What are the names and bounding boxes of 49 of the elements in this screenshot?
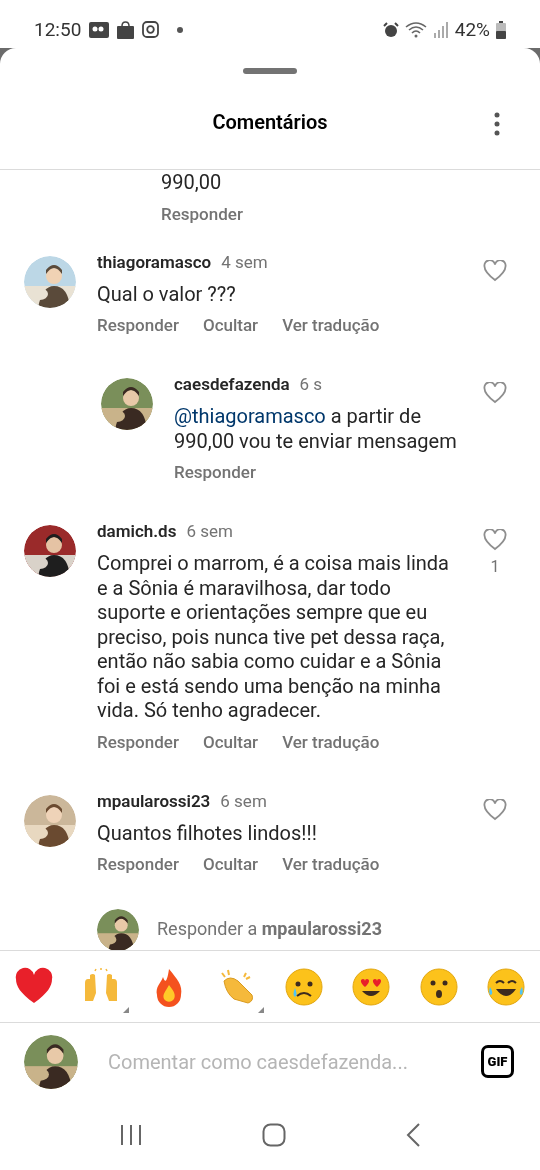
camera-icon <box>142 21 160 39</box>
comment-action[interactable]: Responder <box>97 853 179 875</box>
comment-action[interactable]: Responder <box>174 461 256 483</box>
username[interactable]: caesdefazenda <box>174 372 290 398</box>
comment-action[interactable]: Responder <box>161 202 243 225</box>
reply-prompt: Responder a mpaularossi23 <box>157 917 382 941</box>
comment-action[interactable]: Ocultar <box>202 853 259 875</box>
shopping-bag-icon <box>117 20 135 39</box>
more-options-icon[interactable] <box>494 112 500 136</box>
home-icon[interactable] <box>262 1123 286 1147</box>
sheet-title: Comentários <box>212 108 328 136</box>
comment-text: Quantos filhotes lindos!!! <box>97 820 318 845</box>
battery-icon <box>496 20 506 39</box>
comment-text: Qual o valor ??? <box>97 281 237 306</box>
mention-link[interactable]: @thiagoramasco <box>174 404 326 428</box>
comment-action[interactable]: Ocultar <box>202 314 259 336</box>
username[interactable]: thiagoramasco <box>97 249 212 276</box>
drag-handle[interactable] <box>243 68 297 74</box>
heart-icon[interactable] <box>483 798 507 821</box>
comment-action[interactable]: Responder <box>97 314 179 336</box>
username[interactable]: mpaularossi23 <box>97 788 211 815</box>
battery-percent: 42% <box>454 16 490 43</box>
voicemail-icon <box>89 21 110 38</box>
wifi-icon <box>404 21 427 38</box>
heart-icon[interactable] <box>483 259 507 282</box>
comment-action[interactable]: Responder <box>97 730 179 753</box>
signal-icon <box>432 21 449 38</box>
recent-apps-icon[interactable] <box>119 1123 144 1147</box>
comment-text: 990,00 <box>161 170 223 195</box>
dot-icon <box>177 26 184 33</box>
username[interactable]: damich.ds <box>97 519 177 545</box>
comment-time: 4 sem <box>221 250 268 274</box>
comment-text: Comprei o marrom, é a coisa mais linda e a Sônia é maravilhosa, dar todo suporte e orientações sempre que eu preciso, pois nunca tive pet dessa raça, então não sabia como cuidar e a Sônia foi e está sendo uma benção na minha vida. Só tenho agradecer. <box>97 551 450 723</box>
status-time: 12:50 <box>34 16 82 43</box>
comment-input[interactable]: Comentar como caesdefazenda... <box>108 1046 481 1077</box>
comment-time: 6 sem <box>220 789 267 813</box>
comment-action[interactable]: Ver tradução <box>282 314 380 336</box>
comment-action[interactable]: Ocultar <box>202 730 259 753</box>
like-count: 1 <box>490 556 500 578</box>
comment-time: 6 s <box>299 373 323 397</box>
comment-text: @thiagoramasco a partir de 990,00 vou te enviar mensagem <box>174 404 458 453</box>
comment-action[interactable]: Ver tradução <box>282 853 380 875</box>
heart-icon[interactable] <box>483 382 507 404</box>
alarm-icon <box>382 21 399 38</box>
gif-button[interactable]: GIF <box>481 1045 514 1078</box>
back-icon[interactable] <box>404 1122 421 1148</box>
comment-action[interactable]: Ver tradução <box>282 730 380 753</box>
comment-time: 6 sem <box>186 520 233 544</box>
heart-icon[interactable] <box>483 529 507 551</box>
